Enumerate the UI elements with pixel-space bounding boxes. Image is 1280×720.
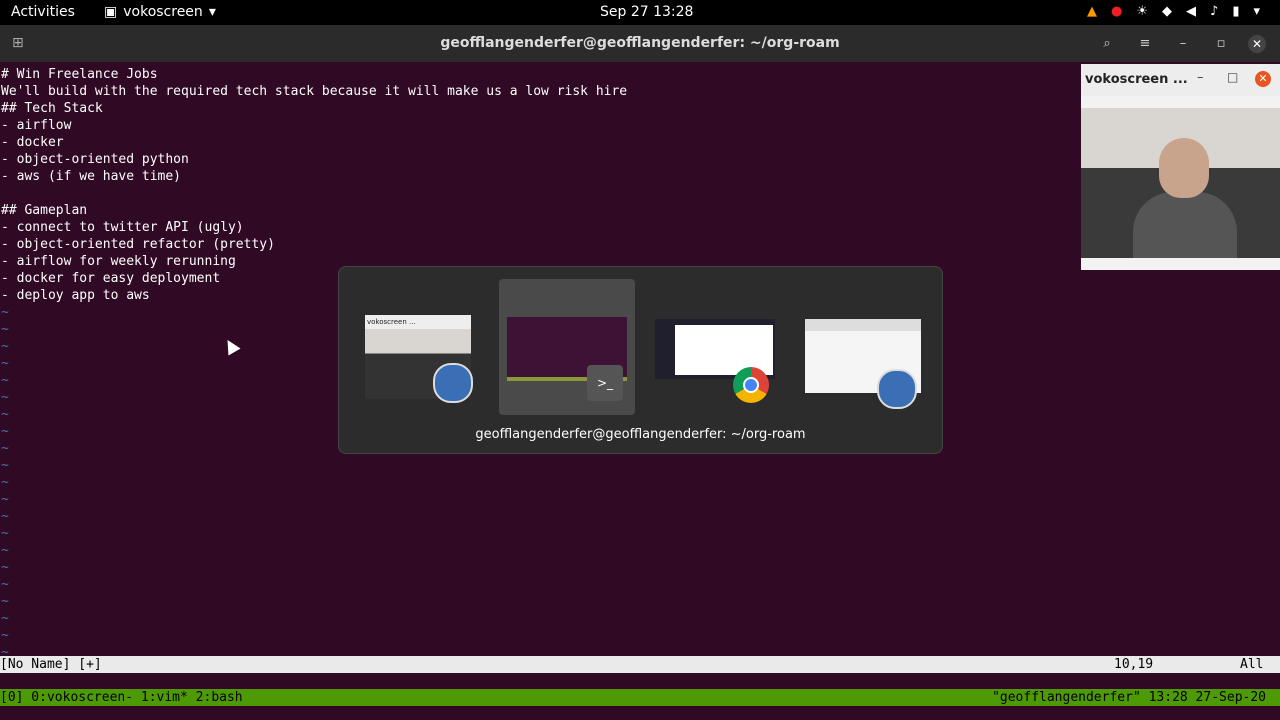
bottom-strip <box>0 706 1280 720</box>
empty-line-marker: ~ <box>1 526 9 541</box>
switcher-item-chrome[interactable] <box>645 279 781 415</box>
window-title: geofflangenderfer@geofflangenderfer: ~/o… <box>440 35 840 51</box>
editor-line: - docker <box>1 135 64 150</box>
empty-line-marker: ~ <box>1 424 9 439</box>
empty-line-marker: ~ <box>1 475 9 490</box>
vokoscreen-app-icon <box>877 369 917 409</box>
empty-line-marker: ~ <box>1 356 9 371</box>
tmux-session-info: "geofflangenderfer" 13:28 27-Sep-20 <box>992 690 1266 705</box>
empty-line-marker: ~ <box>1 628 9 643</box>
editor-line: We'll build with the required tech stack… <box>1 84 628 99</box>
editor-line: ## Tech Stack <box>1 101 103 116</box>
close-button[interactable]: ✕ <box>1248 35 1266 53</box>
empty-line-marker: ~ <box>1 373 9 388</box>
app-menu-label: vokoscreen <box>123 4 203 20</box>
battery-icon[interactable]: ▮ <box>1232 4 1239 19</box>
vim-statusline: [No Name] [+] 10,19 All <box>0 656 1280 673</box>
editor-line: - airflow for weekly rerunning <box>1 254 236 269</box>
empty-line-marker: ~ <box>1 543 9 558</box>
app-menu[interactable]: ▣ vokoscreen ▾ <box>104 4 216 20</box>
empty-line-marker: ~ <box>1 577 9 592</box>
settings-toolbar <box>805 319 921 331</box>
webcam-person-body <box>1133 192 1237 258</box>
terminal-titlebar[interactable]: ⊞ geofflangenderfer@geofflangenderfer: ~… <box>0 25 1280 62</box>
chrome-icon <box>733 367 769 403</box>
editor-line: ## Gameplan <box>1 203 88 218</box>
editor-line: # Win Freelance Jobs <box>1 67 158 82</box>
volume-icon[interactable]: ◀ <box>1186 4 1196 19</box>
editor-line: - connect to twitter API (ugly) <box>1 220 244 235</box>
brightness-icon[interactable]: ☀ <box>1136 4 1148 19</box>
chrome-icon-center <box>743 377 759 393</box>
system-tray: ▲ ● ☀ ◆ ◀ ♪ ▮ ▾ <box>1087 4 1260 19</box>
thumbnail-title: vokoscreen ... <box>365 315 471 329</box>
empty-line-marker: ~ <box>1 305 9 320</box>
vokoscreen-app-icon <box>433 363 473 403</box>
switcher-selected-label: geofflangenderfer@geofflangenderfer: ~/o… <box>475 427 806 442</box>
maximize-button[interactable]: □ <box>1227 70 1238 84</box>
empty-line-marker: ~ <box>1 611 9 626</box>
close-button[interactable]: ✕ <box>1255 71 1271 87</box>
chrome-thumbnail-page <box>675 325 773 375</box>
editor-line: - object-oriented python <box>1 152 189 167</box>
scroll-indicator: All <box>1240 657 1264 672</box>
empty-line-marker: ~ <box>1 339 9 354</box>
vokoscreen-titlebar[interactable]: vokoscreen ... – □ ✕ <box>1081 64 1280 96</box>
chevron-down-icon[interactable]: ▾ <box>1253 4 1260 19</box>
hamburger-menu-icon[interactable]: ≡ <box>1134 33 1156 55</box>
chevron-down-icon: ▾ <box>208 4 216 20</box>
empty-line-marker: ~ <box>1 441 9 456</box>
vokoscreen-camera-window[interactable]: vokoscreen ... – □ ✕ <box>1081 64 1280 270</box>
webcam-feed <box>1081 108 1280 258</box>
wifi-icon[interactable]: ◆ <box>1162 4 1172 19</box>
empty-line-marker: ~ <box>1 390 9 405</box>
activities-button[interactable]: Activities <box>11 4 75 20</box>
empty-line-marker: ~ <box>1 560 9 575</box>
webcam-person-head <box>1159 138 1209 198</box>
minimize-button[interactable]: – <box>1172 33 1194 55</box>
empty-line-marker: ~ <box>1 509 9 524</box>
minimize-button[interactable]: – <box>1197 70 1204 85</box>
microphone-icon[interactable]: ♪ <box>1210 4 1218 19</box>
editor-line: - docker for easy deployment <box>1 271 221 286</box>
empty-line-marker: ~ <box>1 594 9 609</box>
tmux-status-bar: [0] 0:vokoscreen- 1:vim* 2:bash "geoffla… <box>0 689 1280 706</box>
terminal-app-icon: >_ <box>587 365 623 401</box>
switcher-item-terminal[interactable]: >_ <box>499 279 635 415</box>
top-bar: Activities ▣ vokoscreen ▾ Sep 27 13:28 ▲… <box>0 0 1280 25</box>
tmux-windows[interactable]: [0] 0:vokoscreen- 1:vim* 2:bash <box>0 690 243 705</box>
cursor-position: 10,19 <box>1114 657 1154 672</box>
empty-line-marker: ~ <box>1 407 9 422</box>
empty-line-marker: ~ <box>1 458 9 473</box>
switcher-item-vokoscreen-settings[interactable] <box>795 279 931 415</box>
maximize-button[interactable]: ▫ <box>1210 33 1232 55</box>
editor-line: - deploy app to aws <box>1 288 150 303</box>
empty-line-marker: ~ <box>1 492 9 507</box>
editor-line: - airflow <box>1 118 72 133</box>
empty-line-marker: ~ <box>1 322 9 337</box>
vokoscreen-app-icon: ▣ <box>104 4 118 20</box>
vlc-icon[interactable]: ▲ <box>1087 4 1097 19</box>
editor-line: - aws (if we have time) <box>1 169 182 184</box>
search-icon[interactable]: ⌕ <box>1096 33 1118 55</box>
vokoscreen-title: vokoscreen ... <box>1085 72 1188 87</box>
editor-line: - object-oriented refactor (pretty) <box>1 237 275 252</box>
statusline-filename: [No Name] [+] <box>0 657 102 672</box>
app-switcher: vokoscreen ... >_ geofflangenderfer@geof… <box>338 266 943 454</box>
switcher-item-vokoscreen[interactable]: vokoscreen ... <box>361 279 497 415</box>
clock[interactable]: Sep 27 13:28 <box>600 4 693 20</box>
record-icon[interactable]: ● <box>1111 4 1122 19</box>
